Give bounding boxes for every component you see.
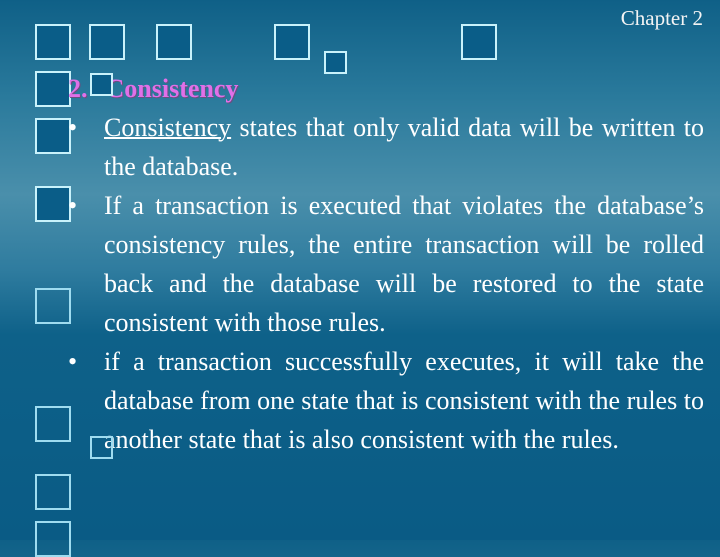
decorative-square-icon: [274, 24, 310, 60]
heading-number: 2.: [68, 74, 88, 103]
decorative-square-icon: [156, 24, 192, 60]
bullet-item: • Consistency states that only valid dat…: [68, 108, 704, 186]
bullet-item: • If a transaction is executed that viol…: [68, 186, 704, 342]
bullet-text: if a transaction successfully executes, …: [104, 342, 704, 459]
decorative-square-icon: [35, 24, 71, 60]
decorative-square-icon: [35, 406, 71, 442]
decorative-square-icon: [35, 71, 71, 107]
decorative-square-icon: [35, 118, 71, 154]
bullet-body: if a transaction successfully executes, …: [104, 347, 704, 454]
bullet-icon: •: [68, 191, 78, 220]
bullet-term: Consistency: [104, 113, 232, 142]
bullet-body: If a transaction is executed that violat…: [104, 191, 704, 337]
decorative-square-icon: [90, 436, 113, 459]
decorative-square-icon: [35, 186, 71, 222]
bullet-item: • if a transaction successfully executes…: [68, 342, 704, 459]
decorative-square-icon: [35, 474, 71, 510]
decorative-square-icon: [35, 288, 71, 324]
bullet-icon: •: [68, 113, 78, 142]
bullet-text: Consistency states that only valid data …: [104, 108, 704, 186]
decorative-square-icon: [35, 521, 71, 557]
decorative-square-icon: [324, 51, 347, 74]
chapter-label: Chapter 2: [620, 6, 703, 30]
decorative-square-icon: [89, 24, 125, 60]
heading-title: Consistency: [105, 74, 239, 103]
decorative-square-icon: [90, 73, 113, 96]
bullet-list: • Consistency states that only valid dat…: [68, 108, 704, 459]
bullet-text: If a transaction is executed that violat…: [104, 186, 704, 342]
bullet-icon: •: [68, 347, 78, 376]
decorative-square-icon: [461, 24, 497, 60]
